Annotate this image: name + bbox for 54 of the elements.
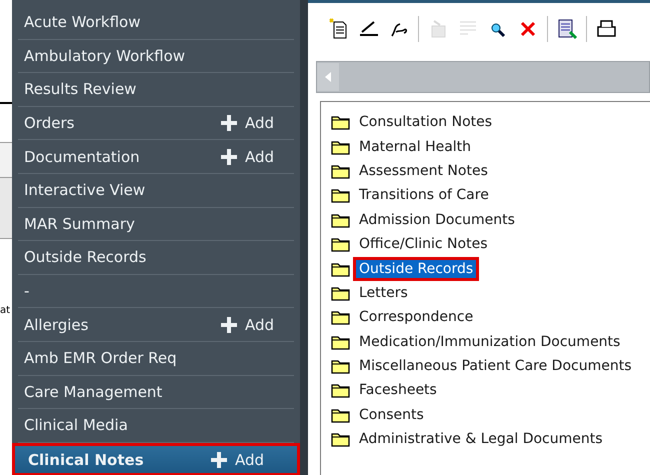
folder-item[interactable]: Facesheets [356, 381, 440, 400]
sidebar-item[interactable]: Ambulatory Workflow [18, 40, 294, 74]
folder-item[interactable]: Maternal Health [356, 138, 474, 156]
add-button[interactable]: Add [210, 450, 264, 469]
add-button[interactable]: Add [220, 114, 274, 132]
folder-item[interactable]: Administrative & Legal Documents [356, 430, 606, 448]
report-icon[interactable] [556, 18, 578, 40]
sidebar-item[interactable]: Interactive View [18, 174, 294, 208]
folder-icon [331, 114, 350, 130]
plus-icon [220, 115, 237, 132]
plus-icon [220, 316, 237, 333]
folder-icon [331, 212, 350, 228]
folder-item[interactable]: Admission Documents [356, 210, 518, 229]
sidebar-item[interactable]: Allergies Add [18, 308, 294, 342]
sidebar-item[interactable]: Results Review [18, 73, 294, 107]
folder-item[interactable]: Medication/Immunization Documents [356, 332, 624, 351]
folder-item[interactable]: Consultation Notes [356, 113, 496, 132]
folder-icon [331, 382, 350, 398]
folder-item[interactable]: Letters [356, 284, 411, 302]
sidebar-item[interactable]: Outside Records [18, 241, 294, 275]
folder-item[interactable]: Miscellaneous Patient Care Documents [356, 357, 634, 376]
sidebar-item[interactable]: - [18, 274, 294, 308]
folder-icon [331, 334, 350, 350]
folder-icon [331, 138, 350, 155]
sidebar-item[interactable]: Care Management [18, 376, 294, 410]
plus-icon [220, 148, 237, 165]
sidebar-item[interactable]: Documentation Add [18, 140, 294, 174]
folder-icon [331, 187, 350, 204]
background-text: at [0, 304, 12, 318]
folder-icon [331, 236, 350, 252]
folder-item[interactable]: Office/Clinic Notes [356, 235, 490, 254]
sidebar-item[interactable]: Acute Workflow [18, 6, 294, 40]
folder-icon [331, 431, 350, 448]
add-button[interactable]: Add [220, 316, 274, 334]
sidebar-item[interactable]: Clinical Notes Add [12, 442, 300, 475]
folder-icon [331, 309, 350, 326]
folder-icon [331, 162, 350, 179]
folder-item[interactable]: Outside Records [356, 260, 476, 278]
scroll-bar[interactable] [316, 61, 650, 93]
folder-item[interactable]: Correspondence [356, 308, 476, 326]
sidebar-item[interactable]: MAR Summary [18, 208, 294, 242]
folder-icon [331, 358, 350, 374]
folder-icon [331, 406, 350, 423]
add-button[interactable]: Add [220, 148, 274, 166]
sidebar-item[interactable]: Amb EMR Order Req [18, 342, 294, 376]
folder-item[interactable]: Transitions of Care [356, 186, 492, 204]
folder-item[interactable]: Consents [356, 406, 427, 424]
printer-icon[interactable] [595, 18, 617, 40]
plus-icon [210, 452, 227, 468]
sidebar-item[interactable]: Orders Add [18, 106, 294, 140]
folder-item[interactable]: Assessment Notes [356, 162, 491, 180]
left-arrow-icon [325, 72, 331, 82]
folder-icon [331, 284, 350, 301]
folder-icon [331, 260, 350, 277]
